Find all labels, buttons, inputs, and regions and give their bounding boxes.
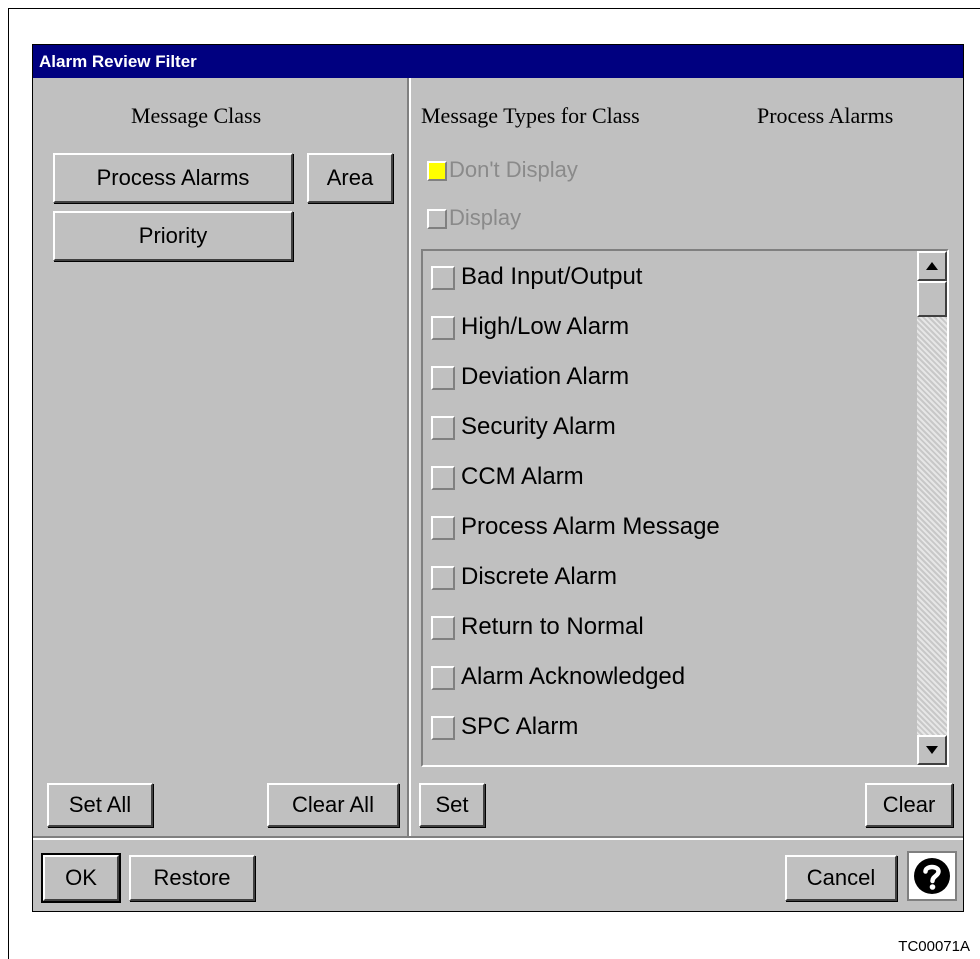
dont-display-label: Don't Display xyxy=(449,157,578,182)
item-label: Bad Input/Output xyxy=(461,263,643,290)
panel-divider xyxy=(407,78,411,836)
arrow-down-icon xyxy=(926,746,938,754)
set-button[interactable]: Set xyxy=(419,783,485,827)
figure-code: TC00071A xyxy=(898,938,970,955)
scroll-thumb[interactable] xyxy=(917,281,947,317)
item-label: High/Low Alarm xyxy=(461,313,630,340)
clear-all-button[interactable]: Clear All xyxy=(267,783,399,827)
process-alarms-button[interactable]: Process Alarms xyxy=(53,153,293,203)
display-label: Display xyxy=(449,205,522,230)
message-types-list[interactable]: Bad Input/Output High/Low Alarm Deviatio… xyxy=(421,249,949,767)
item-label: SPC Alarm xyxy=(461,713,579,740)
item-label: Return to Normal xyxy=(461,613,644,640)
dialog-title: Alarm Review Filter xyxy=(33,45,963,78)
message-class-heading: Message Class xyxy=(131,103,262,128)
item-checkbox[interactable] xyxy=(431,666,455,690)
item-checkbox[interactable] xyxy=(431,416,455,440)
restore-button[interactable]: Restore xyxy=(129,855,255,901)
area-button[interactable]: Area xyxy=(307,153,393,203)
item-label: Deviation Alarm xyxy=(461,363,630,390)
item-label: Security Alarm xyxy=(461,413,616,440)
item-checkbox[interactable] xyxy=(431,466,455,490)
priority-button[interactable]: Priority xyxy=(53,211,293,261)
item-checkbox[interactable] xyxy=(431,366,455,390)
item-label: Process Alarm Message xyxy=(461,513,720,540)
dont-display-checkbox[interactable] xyxy=(427,161,447,181)
alarm-review-filter-dialog: Alarm Review Filter Message Class Proces… xyxy=(32,44,964,912)
selected-class-label: Process Alarms xyxy=(757,103,894,128)
list-scrollbar[interactable] xyxy=(917,251,947,765)
question-mark-help-icon xyxy=(914,858,950,894)
item-checkbox[interactable] xyxy=(431,316,455,340)
display-checkbox[interactable] xyxy=(427,209,447,229)
clear-button[interactable]: Clear xyxy=(865,783,953,827)
scroll-up-button[interactable] xyxy=(917,251,947,281)
scroll-down-button[interactable] xyxy=(917,735,947,765)
set-all-button[interactable]: Set All xyxy=(47,783,153,827)
arrow-up-icon xyxy=(926,262,938,270)
help-button[interactable] xyxy=(907,851,957,901)
cancel-button[interactable]: Cancel xyxy=(785,855,897,901)
item-label: CCM Alarm xyxy=(461,463,584,490)
message-types-heading: Message Types for Class xyxy=(421,103,640,128)
footer-divider xyxy=(33,836,963,840)
item-checkbox[interactable] xyxy=(431,716,455,740)
ok-button[interactable]: OK xyxy=(41,853,121,903)
item-label: Alarm Acknowledged xyxy=(461,663,686,690)
item-checkbox[interactable] xyxy=(431,616,455,640)
item-checkbox[interactable] xyxy=(431,516,455,540)
item-checkbox[interactable] xyxy=(431,566,455,590)
item-checkbox[interactable] xyxy=(431,266,455,290)
item-label: Discrete Alarm xyxy=(461,563,618,590)
